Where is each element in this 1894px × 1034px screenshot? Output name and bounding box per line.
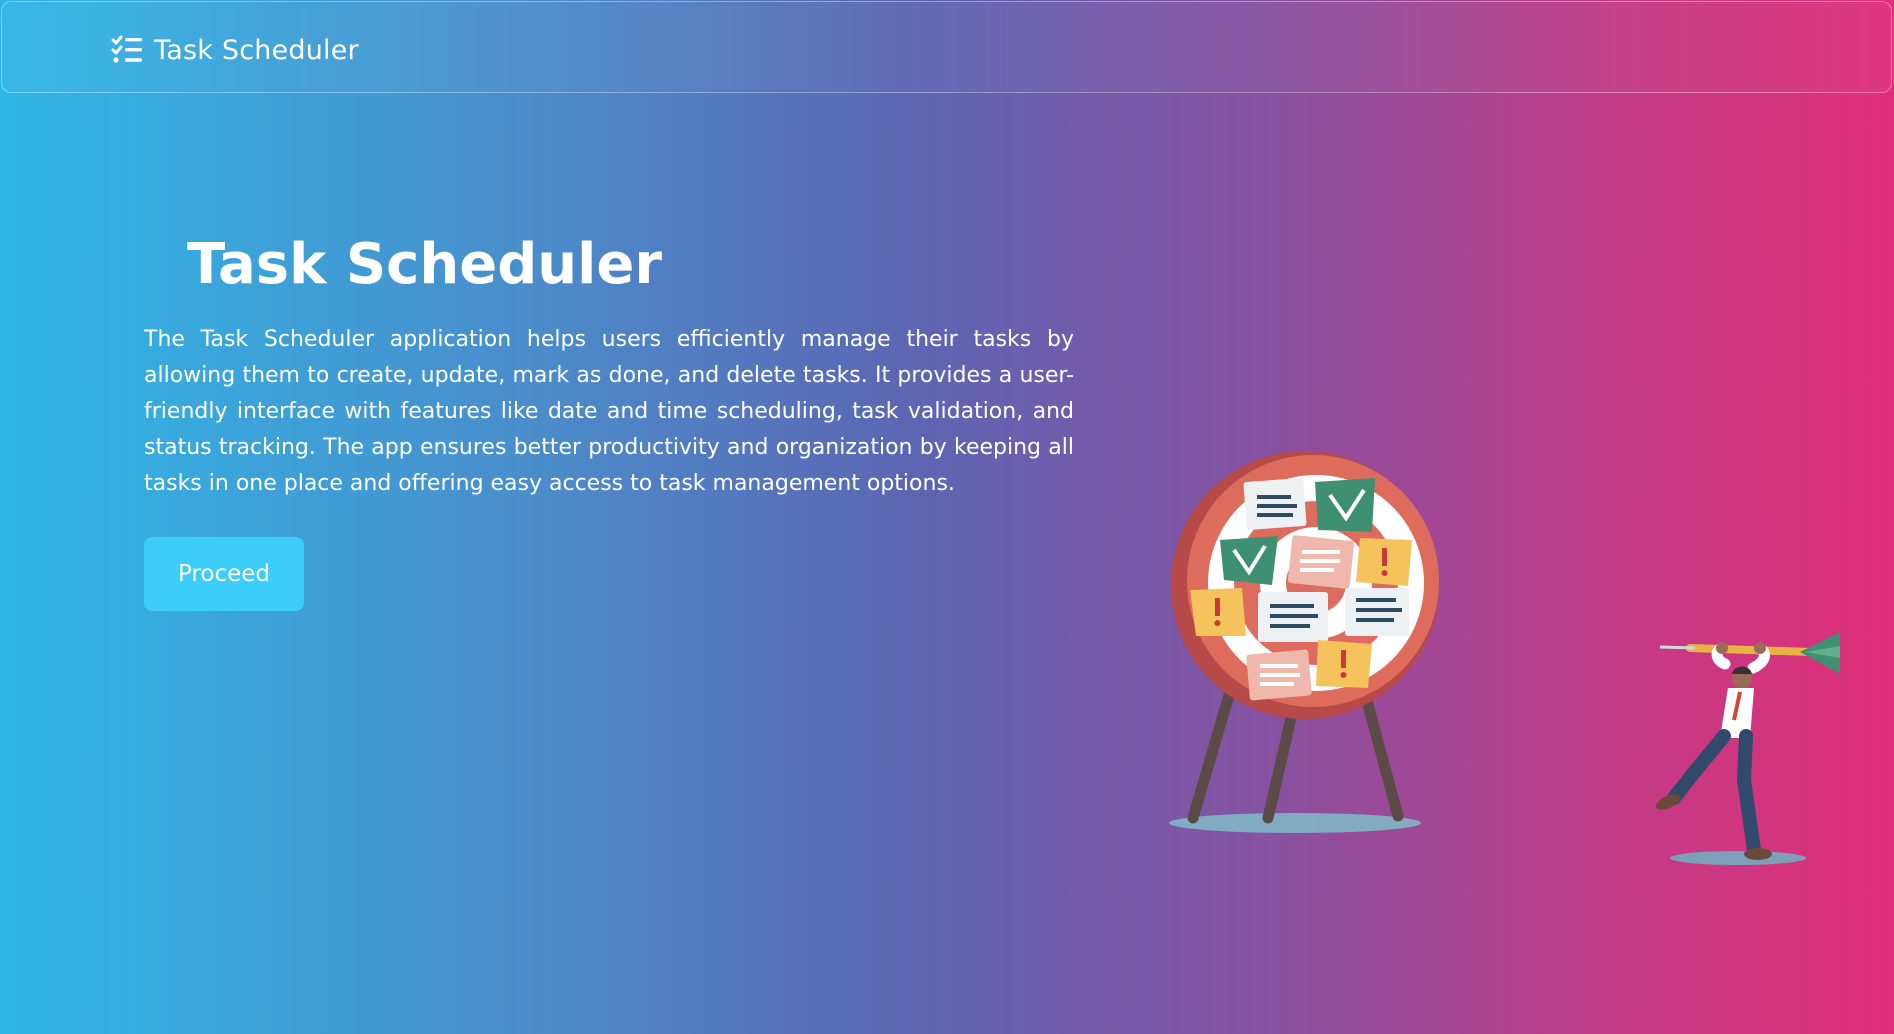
note-list-top [1243,478,1307,530]
dartboard-illustration [1169,451,1840,865]
proceed-button[interactable]: Proceed [144,537,304,611]
note-alert-bottom [1316,640,1372,688]
note-list-right [1345,588,1409,636]
dartboard-shadow [1169,813,1421,833]
checklist-icon [111,35,142,63]
navbar-brand-title: Task Scheduler [154,34,359,66]
navbar: Task Scheduler [1,1,1892,93]
hero-description: The Task Scheduler application helps use… [144,327,1074,496]
note-alert-right [1356,538,1412,586]
note-pink-bottom [1246,649,1312,701]
dartboard [1171,451,1439,719]
note-check-top [1315,478,1375,532]
man-throwing-dart [1655,632,1840,860]
note-check-left [1220,536,1278,585]
note-list-middle [1258,592,1328,642]
note-alert-left [1190,588,1246,636]
navbar-brand[interactable]: Task Scheduler [110,30,359,70]
man-shadow [1670,851,1806,865]
note-pink-center [1287,535,1355,589]
hero-title: Task Scheduler [187,232,662,297]
